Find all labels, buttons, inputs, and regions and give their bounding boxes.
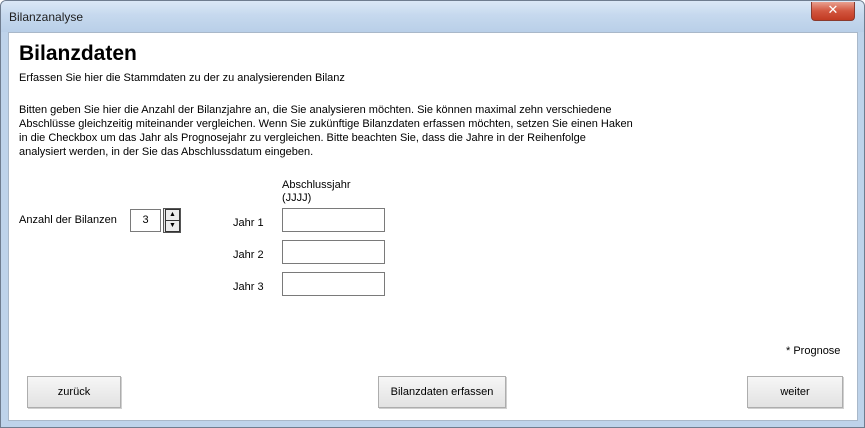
instructions-line: Bitten geben Sie hier die Anzahl der Bil… [19,104,612,116]
close-button[interactable]: ✕ [811,2,855,21]
year-2-input[interactable] [282,240,385,264]
instructions-text: Bitten geben Sie hier die Anzahl der Bil… [19,103,639,159]
balance-count-label: Anzahl der Bilanzen [19,214,117,226]
close-icon: ✕ [827,3,839,18]
back-button[interactable]: zurück [27,376,121,408]
balance-count-spinner[interactable]: ▲ ▼ [163,208,181,233]
forecast-footnote: * Prognose [786,345,841,357]
dialog-window: Bilanzanalyse ✕ Bilanzdaten Erfassen Sie… [0,0,865,428]
balance-count-input[interactable]: 3 [130,209,161,232]
capture-balance-button[interactable]: Bilanzdaten erfassen [378,376,506,408]
year-1-input[interactable] [282,208,385,232]
instructions-line: analysiert werden, in der Sie das Abschl… [19,146,314,158]
window-title: Bilanzanalyse [9,10,84,24]
instructions-line: Abschlüsse gleichzeitig miteinander verg… [19,118,633,130]
page-subtitle: Erfassen Sie hier die Stammdaten zu der … [19,72,345,84]
year-3-label: Jahr 3 [233,281,264,293]
dialog-content: Bilanzdaten Erfassen Sie hier die Stammd… [8,32,858,421]
page-title: Bilanzdaten [19,42,137,65]
year-1-label: Jahr 1 [233,217,264,229]
next-button[interactable]: weiter [747,376,843,408]
spin-down-icon[interactable]: ▼ [165,220,180,232]
closing-year-header: Abschlussjahr [282,179,351,191]
year-3-input[interactable] [282,272,385,296]
instructions-line: in die Checkbox um das Jahr als Prognose… [19,132,586,144]
title-bar: Bilanzanalyse ✕ [1,1,864,32]
closing-year-format-hint: (JJJJ) [282,192,312,204]
year-2-label: Jahr 2 [233,249,264,261]
